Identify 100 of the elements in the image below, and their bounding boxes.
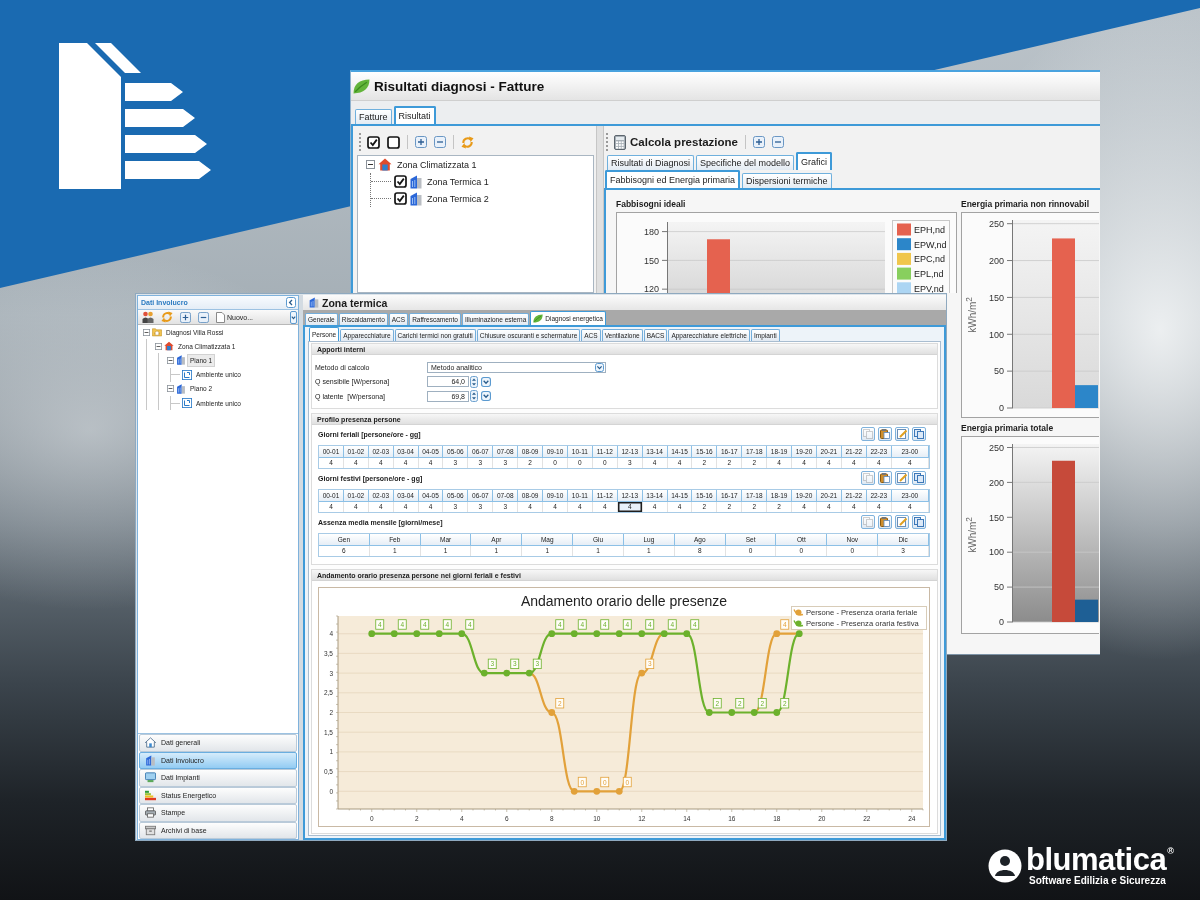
axis-tick-label: 180 <box>643 226 659 237</box>
spinner-icon[interactable] <box>470 375 478 388</box>
caret-icon[interactable] <box>481 391 491 402</box>
chart-title: Andamento orario delle presenze <box>520 592 728 609</box>
brand-name: blumatica$^{®}$ <box>1026 845 1174 875</box>
duplicate-button[interactable] <box>912 427 926 441</box>
copy-icon <box>863 429 873 439</box>
legend-label: EPV,nd <box>914 283 944 293</box>
minus-square-icon[interactable] <box>198 311 209 323</box>
legend-label: EPC,nd <box>914 254 946 265</box>
tab[interactable]: Specifiche del modello <box>696 155 795 170</box>
collapse-box-icon[interactable] <box>143 328 150 336</box>
caret-icon[interactable] <box>290 310 297 324</box>
house-icon <box>378 158 392 171</box>
paste-icon <box>880 473 890 483</box>
plus-square-icon[interactable] <box>180 311 191 323</box>
building-arrows-logo-icon <box>59 43 211 189</box>
person-circle-logo-icon <box>988 848 1022 883</box>
tab[interactable]: Risultati <box>393 106 436 124</box>
archive-icon <box>145 824 156 836</box>
collapse-box-icon[interactable] <box>167 385 174 393</box>
axis-tick-label: 200 <box>988 477 1004 488</box>
tree-item[interactable]: Zona Termica 1 <box>425 176 491 187</box>
leaf-icon <box>533 314 544 323</box>
paste-icon <box>880 517 890 527</box>
legend-label: EPL,nd <box>914 269 944 279</box>
spinner-icon[interactable] <box>470 390 478 403</box>
axis-tick-label: 0 <box>999 403 1004 414</box>
room-plan-icon <box>182 398 192 409</box>
axis-tick-label: 250 <box>988 442 1004 453</box>
duplicate-button[interactable] <box>912 471 926 485</box>
checked-box-icon[interactable] <box>367 135 380 149</box>
minus-square-icon[interactable] <box>772 136 784 148</box>
splitter-handle[interactable] <box>596 126 604 293</box>
brand-tagline: Software Edilizia e Sicurezza <box>1029 875 1166 886</box>
minus-square-icon[interactable] <box>434 136 446 148</box>
monitor-icon <box>145 772 156 784</box>
axis-tick-label: 100 <box>988 329 1004 340</box>
edit-button[interactable] <box>895 515 909 529</box>
building-icon <box>176 383 186 394</box>
empty-box-icon[interactable] <box>387 135 400 149</box>
note-icon <box>897 473 907 483</box>
axis-tick-label: 200 <box>988 255 1004 266</box>
document-icon <box>216 311 225 323</box>
legend-label: EPW,nd <box>914 239 947 250</box>
edit-button[interactable] <box>895 471 909 485</box>
checkbox[interactable] <box>394 175 407 188</box>
caret-icon[interactable] <box>595 362 604 372</box>
toolbar-title: Calcola prestazione <box>630 136 738 148</box>
leaf-icon <box>353 78 370 94</box>
plus-square-icon[interactable] <box>753 136 765 148</box>
building-icon <box>309 297 319 308</box>
axis-tick-label: 120 <box>643 284 659 293</box>
tree-item[interactable]: Zona Climatizzata 1 <box>395 159 479 170</box>
chart-title: Energia primaria non rinnovabil <box>961 198 1090 210</box>
plus-square-icon[interactable] <box>415 136 427 148</box>
collapse-box-icon[interactable] <box>366 160 375 169</box>
people-icon[interactable] <box>142 311 154 323</box>
paste-button[interactable] <box>878 515 892 529</box>
splitter-handle[interactable] <box>299 295 303 840</box>
chart-title: Fabbisogni ideali <box>616 198 687 210</box>
chart-title: Energia primaria totale <box>961 422 1055 434</box>
tab[interactable]: Risultati di Diagnosi <box>607 155 695 170</box>
axis-tick-label: 150 <box>988 512 1004 523</box>
paste-button[interactable] <box>878 471 892 485</box>
axis-tick-label: 250 <box>988 219 1004 229</box>
edit-button[interactable] <box>895 427 909 441</box>
duplicate-icon <box>914 473 924 483</box>
legend-label: EPH,nd <box>914 224 946 235</box>
y-axis <box>661 221 669 293</box>
chevron-left-icon[interactable] <box>286 297 296 308</box>
collapse-box-icon[interactable] <box>167 356 174 364</box>
copy-icon <box>863 517 873 527</box>
duplicate-icon <box>914 517 924 527</box>
building-icon <box>410 174 422 189</box>
duplicate-button[interactable] <box>912 515 926 529</box>
printer-icon <box>145 807 156 819</box>
building-icon <box>145 754 156 766</box>
building-icon <box>410 191 422 206</box>
calculator-icon[interactable] <box>614 134 626 150</box>
caret-icon[interactable] <box>481 376 491 387</box>
tab[interactable]: Dispersioni termiche <box>742 173 832 188</box>
axis-tick-label: 50 <box>994 366 1004 377</box>
tab[interactable]: Fatture <box>355 109 392 124</box>
house-icon <box>145 737 156 749</box>
building-icon <box>176 355 186 366</box>
tab[interactable]: Fabbisogni ed Energia primaria <box>605 170 741 188</box>
note-icon <box>897 517 907 527</box>
window-title: Risultati diagnosi - Fatture <box>374 78 545 94</box>
axis-tick-label: 150 <box>988 292 1004 303</box>
folder-icon <box>152 327 162 338</box>
checkbox[interactable] <box>394 192 407 205</box>
tree-item[interactable]: Zona Termica 2 <box>425 193 491 204</box>
tab[interactable]: Grafici <box>796 152 833 170</box>
collapse-box-icon[interactable] <box>155 342 162 350</box>
energy-bars-icon <box>145 789 156 801</box>
window-title: Zona termica <box>322 296 388 309</box>
copy-icon <box>863 473 873 483</box>
room-plan-icon <box>182 369 192 380</box>
paste-button[interactable] <box>878 427 892 441</box>
